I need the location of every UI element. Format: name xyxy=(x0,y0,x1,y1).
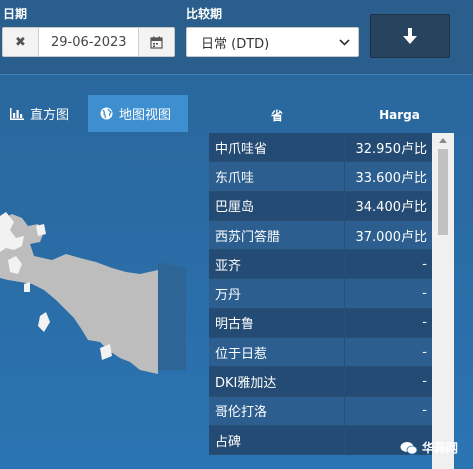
price-cell: 32.950卢比 xyxy=(355,141,428,157)
compare-label: 比较期 xyxy=(186,7,223,21)
province-cell: 哥伦打洛 xyxy=(209,396,345,425)
compare-period-value: 日常 (DTD) xyxy=(201,36,270,52)
price-table: 中爪哇省 32.950卢比 东爪哇 33.600卢比 巴厘岛 34.400卢比 西苏门答腊 3… xyxy=(209,133,454,469)
table-row[interactable]: 亚齐 - xyxy=(209,250,454,280)
table-row[interactable]: 明古鲁 - xyxy=(209,308,454,339)
table-row[interactable]: 万丹 - xyxy=(209,279,454,309)
compare-period-select[interactable]: 日常 (DTD) xyxy=(186,27,359,57)
province-cell: 东爪哇 xyxy=(209,162,345,191)
province-cell: 西苏门答腊 xyxy=(209,220,345,250)
scrollbar[interactable] xyxy=(432,133,454,469)
table-row[interactable]: 东爪哇 33.600卢比 xyxy=(209,162,454,192)
price-cell: 34.400卢比 xyxy=(355,200,428,216)
tab-map-view[interactable]: 地图视图 xyxy=(88,95,188,132)
date-picker: ✖ 29-06-2023 xyxy=(2,27,175,57)
watermark: 华蒜网 xyxy=(400,439,458,456)
price-cell: 33.600卢比 xyxy=(355,170,428,186)
view-tabs: 直方图 地图视图 xyxy=(0,95,188,132)
price-table-header: 省 Harga xyxy=(209,100,454,130)
province-cell: 明古鲁 xyxy=(209,308,345,338)
close-icon: ✖ xyxy=(15,34,26,50)
tab-map-label: 地图视图 xyxy=(119,108,172,123)
province-cell: 万丹 xyxy=(209,279,345,308)
map-island-4[interactable] xyxy=(100,344,112,360)
scrollbar-thumb[interactable] xyxy=(438,149,448,235)
clear-date-button[interactable]: ✖ xyxy=(3,28,39,56)
map-shadow xyxy=(158,262,186,370)
date-input[interactable]: 29-06-2023 xyxy=(39,28,138,56)
province-cell: DKI雅加达 xyxy=(209,367,345,396)
price-cell: - xyxy=(422,374,427,390)
table-row[interactable]: 巴厘岛 34.400卢比 xyxy=(209,191,454,221)
map-island-5[interactable] xyxy=(24,282,30,292)
province-cell: 占碑 xyxy=(209,425,345,455)
download-button[interactable] xyxy=(370,14,450,58)
province-cell: 位于日惹 xyxy=(209,338,345,367)
scroll-up-arrow[interactable] xyxy=(439,138,447,143)
price-cell: - xyxy=(422,286,427,302)
watermark-text: 华蒜网 xyxy=(422,441,459,455)
arrow-down-icon xyxy=(403,28,417,44)
chevron-down-icon xyxy=(339,38,350,46)
price-cell: - xyxy=(422,344,427,360)
table-body: 中爪哇省 32.950卢比 东爪哇 33.600卢比 巴厘岛 34.400卢比 西苏门答腊 3… xyxy=(209,133,454,456)
calendar-icon xyxy=(150,36,163,49)
filter-bar: 日期 比较期 ✖ 29-06-2023 日常 (DTD) xyxy=(0,0,473,75)
table-row[interactable]: 哥伦打洛 - xyxy=(209,396,454,426)
table-row[interactable]: 中爪哇省 32.950卢比 xyxy=(209,133,454,163)
calendar-button[interactable] xyxy=(138,28,174,56)
province-cell: 巴厘岛 xyxy=(209,191,345,220)
province-cell: 亚齐 xyxy=(209,250,345,279)
price-cell: - xyxy=(422,403,427,419)
province-cell: 中爪哇省 xyxy=(209,133,345,162)
date-label: 日期 xyxy=(3,7,28,21)
tab-histogram[interactable]: 直方图 xyxy=(0,95,88,132)
table-row[interactable]: DKI雅加达 - xyxy=(209,367,454,397)
globe-icon xyxy=(100,107,113,120)
table-row[interactable]: 位于日惹 - xyxy=(209,338,454,368)
price-cell: 37.000卢比 xyxy=(355,229,428,245)
wechat-icon xyxy=(400,441,418,454)
bar-chart-icon xyxy=(10,107,24,120)
map-papua-mainland[interactable] xyxy=(0,214,158,374)
column-header-price[interactable]: Harga xyxy=(345,100,454,130)
column-header-province[interactable]: 省 xyxy=(209,100,345,130)
price-cell: - xyxy=(422,256,427,272)
tab-histogram-label: 直方图 xyxy=(30,108,70,123)
table-row[interactable]: 西苏门答腊 37.000卢比 xyxy=(209,220,454,251)
price-cell: - xyxy=(422,315,427,331)
province-map[interactable] xyxy=(0,200,209,400)
map-island-3[interactable] xyxy=(38,312,50,332)
